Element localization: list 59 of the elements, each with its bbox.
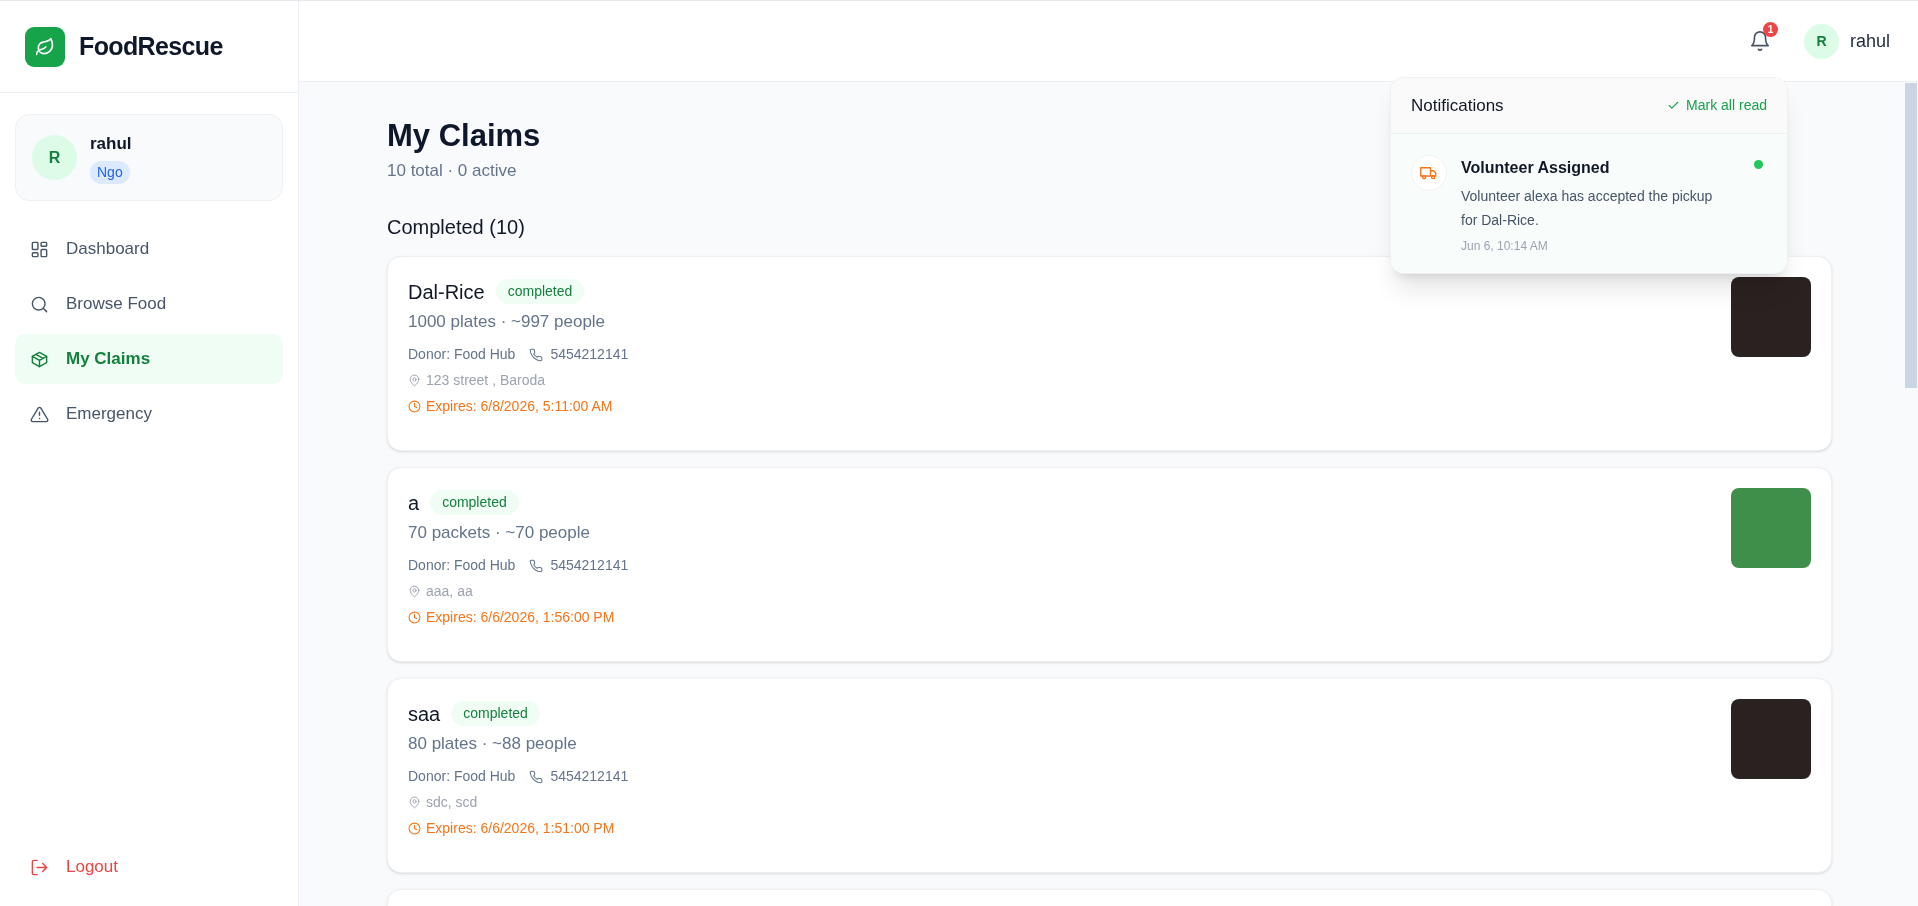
- expiry-time: Expires: 6/8/2026, 5:11:00 AM: [408, 396, 629, 417]
- pin-icon: [408, 374, 421, 387]
- expiry-time: Expires: 6/6/2026, 1:51:00 PM: [408, 818, 629, 839]
- clock-icon: [408, 822, 421, 835]
- status-badge: completed: [430, 490, 519, 515]
- phone-icon: [529, 347, 544, 362]
- phone-number: 5454212141: [529, 766, 629, 787]
- grid-icon: [30, 239, 49, 259]
- phone-number: 5454212141: [529, 344, 629, 365]
- claim-title: saa: [408, 701, 441, 727]
- search-icon: [30, 294, 49, 314]
- status-badge: completed: [495, 279, 585, 304]
- role-badge: Ngo: [90, 160, 130, 184]
- claim-address: aaa, aa: [408, 581, 629, 602]
- page-title: My Claims: [387, 117, 541, 155]
- clock-icon: [408, 400, 421, 413]
- expiry-time: Expires: 6/6/2026, 1:56:00 PM: [408, 607, 629, 628]
- sidebar-item[interactable]: Dashboard: [15, 224, 283, 274]
- avatar: R: [32, 135, 77, 180]
- avatar: R: [1803, 23, 1839, 59]
- notification-count: 1: [1762, 22, 1778, 37]
- user-name: rahul: [1849, 29, 1890, 53]
- package-icon: [30, 349, 49, 369]
- claim-address: sdc, scd: [408, 792, 629, 813]
- notification-title: Volunteer Assigned: [1461, 158, 1611, 178]
- claim-quantity: 80 plates · ~88 people: [408, 732, 578, 755]
- section-heading: Completed (10): [387, 214, 525, 240]
- logout-link[interactable]: Logout: [15, 845, 283, 889]
- donor-name: Donor: Food Hub: [408, 345, 516, 364]
- page-subtitle: 10 total · 0 active: [387, 160, 517, 182]
- panel-title: Notifications: [1411, 94, 1504, 117]
- claim-title: a: [408, 490, 420, 516]
- phone-icon: [529, 769, 544, 784]
- claim-title: Dal-Rice: [408, 279, 485, 305]
- check-icon: [1667, 99, 1681, 112]
- clock-icon: [408, 611, 421, 624]
- logout-icon: [30, 857, 49, 877]
- phone-icon: [529, 558, 544, 573]
- brand-name: FoodRescue: [79, 30, 223, 62]
- claim-address: 123 street , Baroda: [408, 370, 629, 391]
- notification-item[interactable]: Volunteer Assigned Volunteer alexa has accepted the pickup for Dal-Rice. Jun 6, 10:14 AM: [1391, 134, 1787, 273]
- phone-number: 5454212141: [529, 555, 629, 576]
- claim-quantity: 70 packets · ~70 people: [408, 521, 591, 544]
- warning-icon: [30, 404, 49, 424]
- truck-icon: [1420, 164, 1438, 182]
- notification-time: Jun 6, 10:14 AM: [1461, 238, 1549, 255]
- donor-name: Donor: Food Hub: [408, 556, 516, 575]
- donor-name: Donor: Food Hub: [408, 767, 516, 786]
- sidebar-item[interactable]: Browse Food: [15, 279, 283, 329]
- leaf-icon: [35, 36, 55, 57]
- sidebar-item[interactable]: Emergency: [15, 389, 283, 439]
- status-badge: completed: [451, 701, 540, 726]
- pin-icon: [408, 585, 421, 598]
- sidebar-item[interactable]: My Claims: [15, 334, 283, 384]
- claim-quantity: 1000 plates · ~997 people: [408, 310, 607, 333]
- user-name: rahul: [90, 133, 132, 156]
- pin-icon: [408, 796, 421, 809]
- scrollbar-thumb[interactable]: [1905, 83, 1917, 388]
- notification-message: Volunteer alexa has accepted the pickup for Dal-Rice.: [1461, 187, 1714, 230]
